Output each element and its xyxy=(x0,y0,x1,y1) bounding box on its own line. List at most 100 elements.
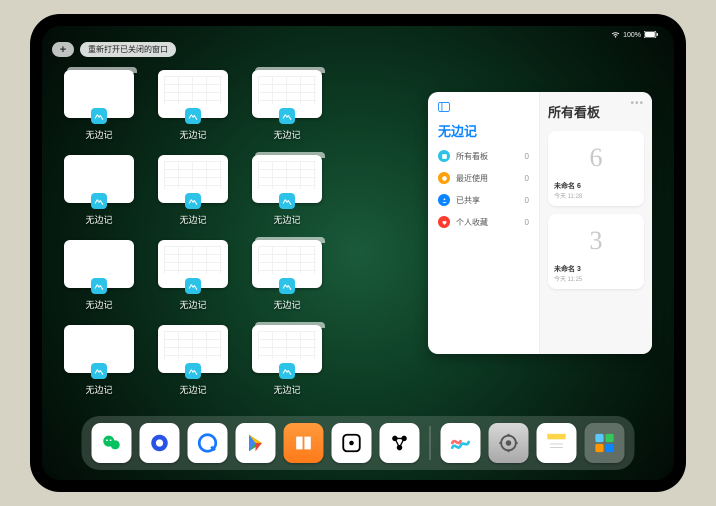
thumbnail-label: 无边记 xyxy=(273,383,300,396)
dock-alipay-q-icon[interactable] xyxy=(188,423,228,463)
window-thumbnail[interactable]: 无边记 xyxy=(64,325,134,396)
thumbnail-label: 无边记 xyxy=(273,213,300,226)
thumbnail-preview xyxy=(64,70,134,118)
freeform-app-icon xyxy=(185,363,201,379)
sidebar-item-count: 0 xyxy=(525,174,529,183)
window-thumbnail[interactable]: 无边记 xyxy=(158,325,228,396)
window-thumbnail[interactable]: 无边记 xyxy=(64,70,134,141)
thumbnail-preview xyxy=(64,155,134,203)
freeform-app-icon xyxy=(91,363,107,379)
dock-dice-icon[interactable] xyxy=(332,423,372,463)
freeform-app-icon xyxy=(91,278,107,294)
dock-folder-icon[interactable] xyxy=(585,423,625,463)
freeform-app-icon xyxy=(91,108,107,124)
thumbnail-label: 无边记 xyxy=(85,298,112,311)
sidebar-item[interactable]: 所有看板 0 xyxy=(438,150,529,162)
window-thumbnail[interactable]: 无边记 xyxy=(158,240,228,311)
thumbnail-label: 无边记 xyxy=(273,128,300,141)
dock-notes-icon[interactable] xyxy=(537,423,577,463)
window-thumbnail[interactable]: 无边记 xyxy=(158,70,228,141)
sidebar-item-count: 0 xyxy=(525,152,529,161)
sidebar-item-count: 0 xyxy=(525,196,529,205)
thumbnail-label: 无边记 xyxy=(85,128,112,141)
reopen-closed-window-button[interactable]: 重新打开已关闭的窗口 xyxy=(80,42,176,57)
more-icon[interactable]: ••• xyxy=(630,98,644,109)
thumbnail-preview xyxy=(158,155,228,203)
thumbnail-preview xyxy=(158,325,228,373)
battery-percent: 100% xyxy=(623,32,641,39)
freeform-app-icon xyxy=(185,108,201,124)
sidebar-item[interactable]: 个人收藏 0 xyxy=(438,216,529,228)
freeform-app-icon xyxy=(279,193,295,209)
sidebar-item-label: 个人收藏 xyxy=(456,217,488,228)
dock-settings-icon[interactable] xyxy=(489,423,529,463)
dock-quark-icon[interactable] xyxy=(140,423,180,463)
thumbnail-label: 无边记 xyxy=(179,383,206,396)
window-thumbnail[interactable]: 无边记 xyxy=(64,155,134,226)
panel-sidebar: 无边记 所有看板 0 最近使用 0 已共享 0 个人收藏 0 xyxy=(428,92,540,354)
window-thumbnail[interactable]: 无边记 xyxy=(252,325,322,396)
wifi-icon xyxy=(611,31,620,40)
window-thumbnail[interactable]: 无边记 xyxy=(158,155,228,226)
thumbnail-preview xyxy=(252,325,322,373)
thumbnail-preview xyxy=(64,240,134,288)
freeform-app-icon xyxy=(91,193,107,209)
board-preview: 3 xyxy=(554,218,638,264)
sidebar-item-label: 最近使用 xyxy=(456,173,488,184)
add-button[interactable]: + xyxy=(52,42,74,57)
dock-wechat-icon[interactable] xyxy=(92,423,132,463)
sidebar-item-icon xyxy=(438,194,450,206)
sidebar-item[interactable]: 已共享 0 xyxy=(438,194,529,206)
sidebar-item-label: 已共享 xyxy=(456,195,480,206)
sidebar-item-icon xyxy=(438,150,450,162)
dock-play-icon[interactable] xyxy=(236,423,276,463)
window-thumbnail[interactable]: 无边记 xyxy=(252,240,322,311)
sidebar-toggle-icon[interactable] xyxy=(438,102,529,115)
thumbnail-label: 无边记 xyxy=(273,298,300,311)
thumbnail-preview xyxy=(64,325,134,373)
thumbnail-label: 无边记 xyxy=(179,128,206,141)
thumbnail-preview xyxy=(252,240,322,288)
top-bar: + 重新打开已关闭的窗口 xyxy=(52,42,176,57)
freeform-app-icon xyxy=(279,363,295,379)
window-thumbnail[interactable]: 无边记 xyxy=(252,70,322,141)
dock-freeform-icon[interactable] xyxy=(441,423,481,463)
freeform-app-icon xyxy=(279,278,295,294)
panel-left-title: 无边记 xyxy=(438,121,529,140)
ipad-device: 100% + 重新打开已关闭的窗口 无边记无边记无边记无边记无边记无边记无边记无… xyxy=(30,14,686,492)
screen: 100% + 重新打开已关闭的窗口 无边记无边记无边记无边记无边记无边记无边记无… xyxy=(42,26,674,480)
board-preview: 6 xyxy=(554,135,638,181)
thumbnail-label: 无边记 xyxy=(85,383,112,396)
sidebar-item[interactable]: 最近使用 0 xyxy=(438,172,529,184)
board-card[interactable]: 3未命名 3今天 11:25 xyxy=(548,214,644,289)
sidebar-item-label: 所有看板 xyxy=(456,151,488,162)
status-bar: 100% xyxy=(42,26,674,42)
dock-connect-icon[interactable] xyxy=(380,423,420,463)
thumbnail-label: 无边记 xyxy=(179,298,206,311)
sidebar-item-icon xyxy=(438,172,450,184)
dock xyxy=(82,416,635,470)
window-grid: 无边记无边记无边记无边记无边记无边记无边记无边记无边记无边记无边记无边记 xyxy=(64,70,394,396)
thumbnail-preview xyxy=(158,70,228,118)
dock-divider xyxy=(430,426,431,460)
window-thumbnail[interactable]: 无边记 xyxy=(252,155,322,226)
board-subtitle: 今天 11:25 xyxy=(554,274,638,283)
board-title: 未命名 6 xyxy=(554,181,638,191)
freeform-app-icon xyxy=(185,193,201,209)
thumbnail-preview xyxy=(252,70,322,118)
thumbnail-label: 无边记 xyxy=(179,213,206,226)
dock-books-icon[interactable] xyxy=(284,423,324,463)
board-card[interactable]: 6未命名 6今天 11:28 xyxy=(548,131,644,206)
battery-icon xyxy=(644,31,658,40)
panel-content: 所有看板 6未命名 6今天 11:283未命名 3今天 11:25 xyxy=(540,92,652,354)
board-title: 未命名 3 xyxy=(554,264,638,274)
sidebar-item-count: 0 xyxy=(525,218,529,227)
freeform-app-icon xyxy=(185,278,201,294)
window-thumbnail[interactable]: 无边记 xyxy=(64,240,134,311)
thumbnail-preview xyxy=(158,240,228,288)
sidebar-item-icon xyxy=(438,216,450,228)
freeform-app-icon xyxy=(279,108,295,124)
thumbnail-preview xyxy=(252,155,322,203)
freeform-panel[interactable]: ••• 无边记 所有看板0最近使用0已共享0个人收藏0 所有看板 6未命名 6今… xyxy=(428,92,652,354)
thumbnail-label: 无边记 xyxy=(85,213,112,226)
